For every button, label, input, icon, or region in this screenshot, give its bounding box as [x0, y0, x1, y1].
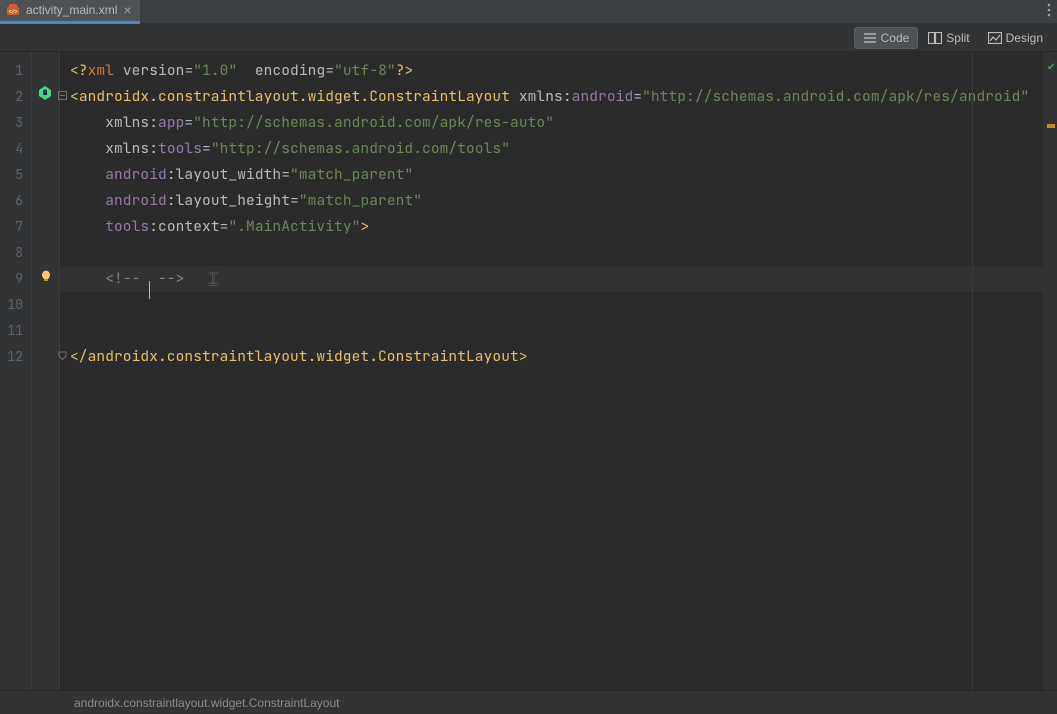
design-view-icon — [988, 32, 1002, 44]
line-number: 11 — [0, 318, 59, 344]
tab-filename: activity_main.xml — [26, 3, 117, 17]
line-number: 9 — [0, 266, 59, 292]
split-view-button[interactable]: Split — [920, 28, 977, 48]
line-number: 4 — [0, 136, 59, 162]
line-number: 10 — [0, 292, 59, 318]
line-number: 3 — [0, 110, 59, 136]
code-line: <?xml version="1.0" encoding="utf-8"?> — [60, 58, 1043, 84]
related-file-icon[interactable] — [37, 84, 53, 110]
code-line — [60, 240, 1043, 266]
xml-file-icon: </> — [6, 3, 20, 17]
split-view-icon — [928, 32, 942, 44]
mouse-ibeam-cursor: ⌶ — [208, 269, 219, 290]
intention-bulb-icon[interactable] — [39, 266, 53, 292]
view-toolbar: Code Split Design — [0, 24, 1057, 52]
line-number: 8 — [0, 240, 59, 266]
line-number: 1 — [0, 58, 59, 84]
line-number: 7 — [0, 214, 59, 240]
close-icon[interactable]: × — [123, 3, 131, 17]
line-number: 2 — [0, 84, 59, 110]
code-line: xmlns:app="http://schemas.android.com/ap… — [60, 110, 1043, 136]
more-menu-icon[interactable] — [1047, 3, 1051, 22]
code-view-button[interactable]: Code — [854, 27, 919, 49]
code-line: xmlns:tools="http://schemas.android.com/… — [60, 136, 1043, 162]
file-tab[interactable]: </> activity_main.xml × — [0, 0, 140, 24]
gutter: 1 2 3 4 5 6 7 8 9 10 11 12 — [0, 52, 60, 690]
code-view-icon — [863, 32, 877, 44]
tab-bar: </> activity_main.xml × — [0, 0, 1057, 24]
warning-marker[interactable] — [1047, 124, 1055, 128]
code-line: </androidx.constraintlayout.widget.Const… — [60, 344, 1043, 370]
right-margin-guide — [972, 52, 973, 690]
editor: 1 2 3 4 5 6 7 8 9 10 11 12 — [0, 52, 1057, 690]
code-line: tools:context=".MainActivity"> — [60, 214, 1043, 240]
breadcrumb-bar: androidx.constraintlayout.widget.Constra… — [0, 690, 1057, 714]
fold-open-icon[interactable] — [58, 84, 67, 110]
svg-text:</>: </> — [9, 10, 18, 16]
analysis-ok-icon[interactable]: ✔ — [1048, 58, 1055, 74]
analysis-gutter: ✔ — [1043, 52, 1057, 690]
line-number: 12 — [0, 344, 59, 370]
line-number: 6 — [0, 188, 59, 214]
code-line: <androidx.constraintlayout.widget.Constr… — [60, 84, 1043, 110]
breadcrumb[interactable]: androidx.constraintlayout.widget.Constra… — [74, 696, 340, 710]
code-area[interactable]: <?xml version="1.0" encoding="utf-8"?> <… — [60, 52, 1043, 690]
code-line: android:layout_height="match_parent" — [60, 188, 1043, 214]
design-view-button[interactable]: Design — [980, 28, 1051, 48]
code-line: android:layout_width="match_parent" — [60, 162, 1043, 188]
code-line — [60, 292, 1043, 318]
line-number: 5 — [0, 162, 59, 188]
code-line — [60, 318, 1043, 344]
fold-close-icon[interactable] — [58, 344, 67, 370]
